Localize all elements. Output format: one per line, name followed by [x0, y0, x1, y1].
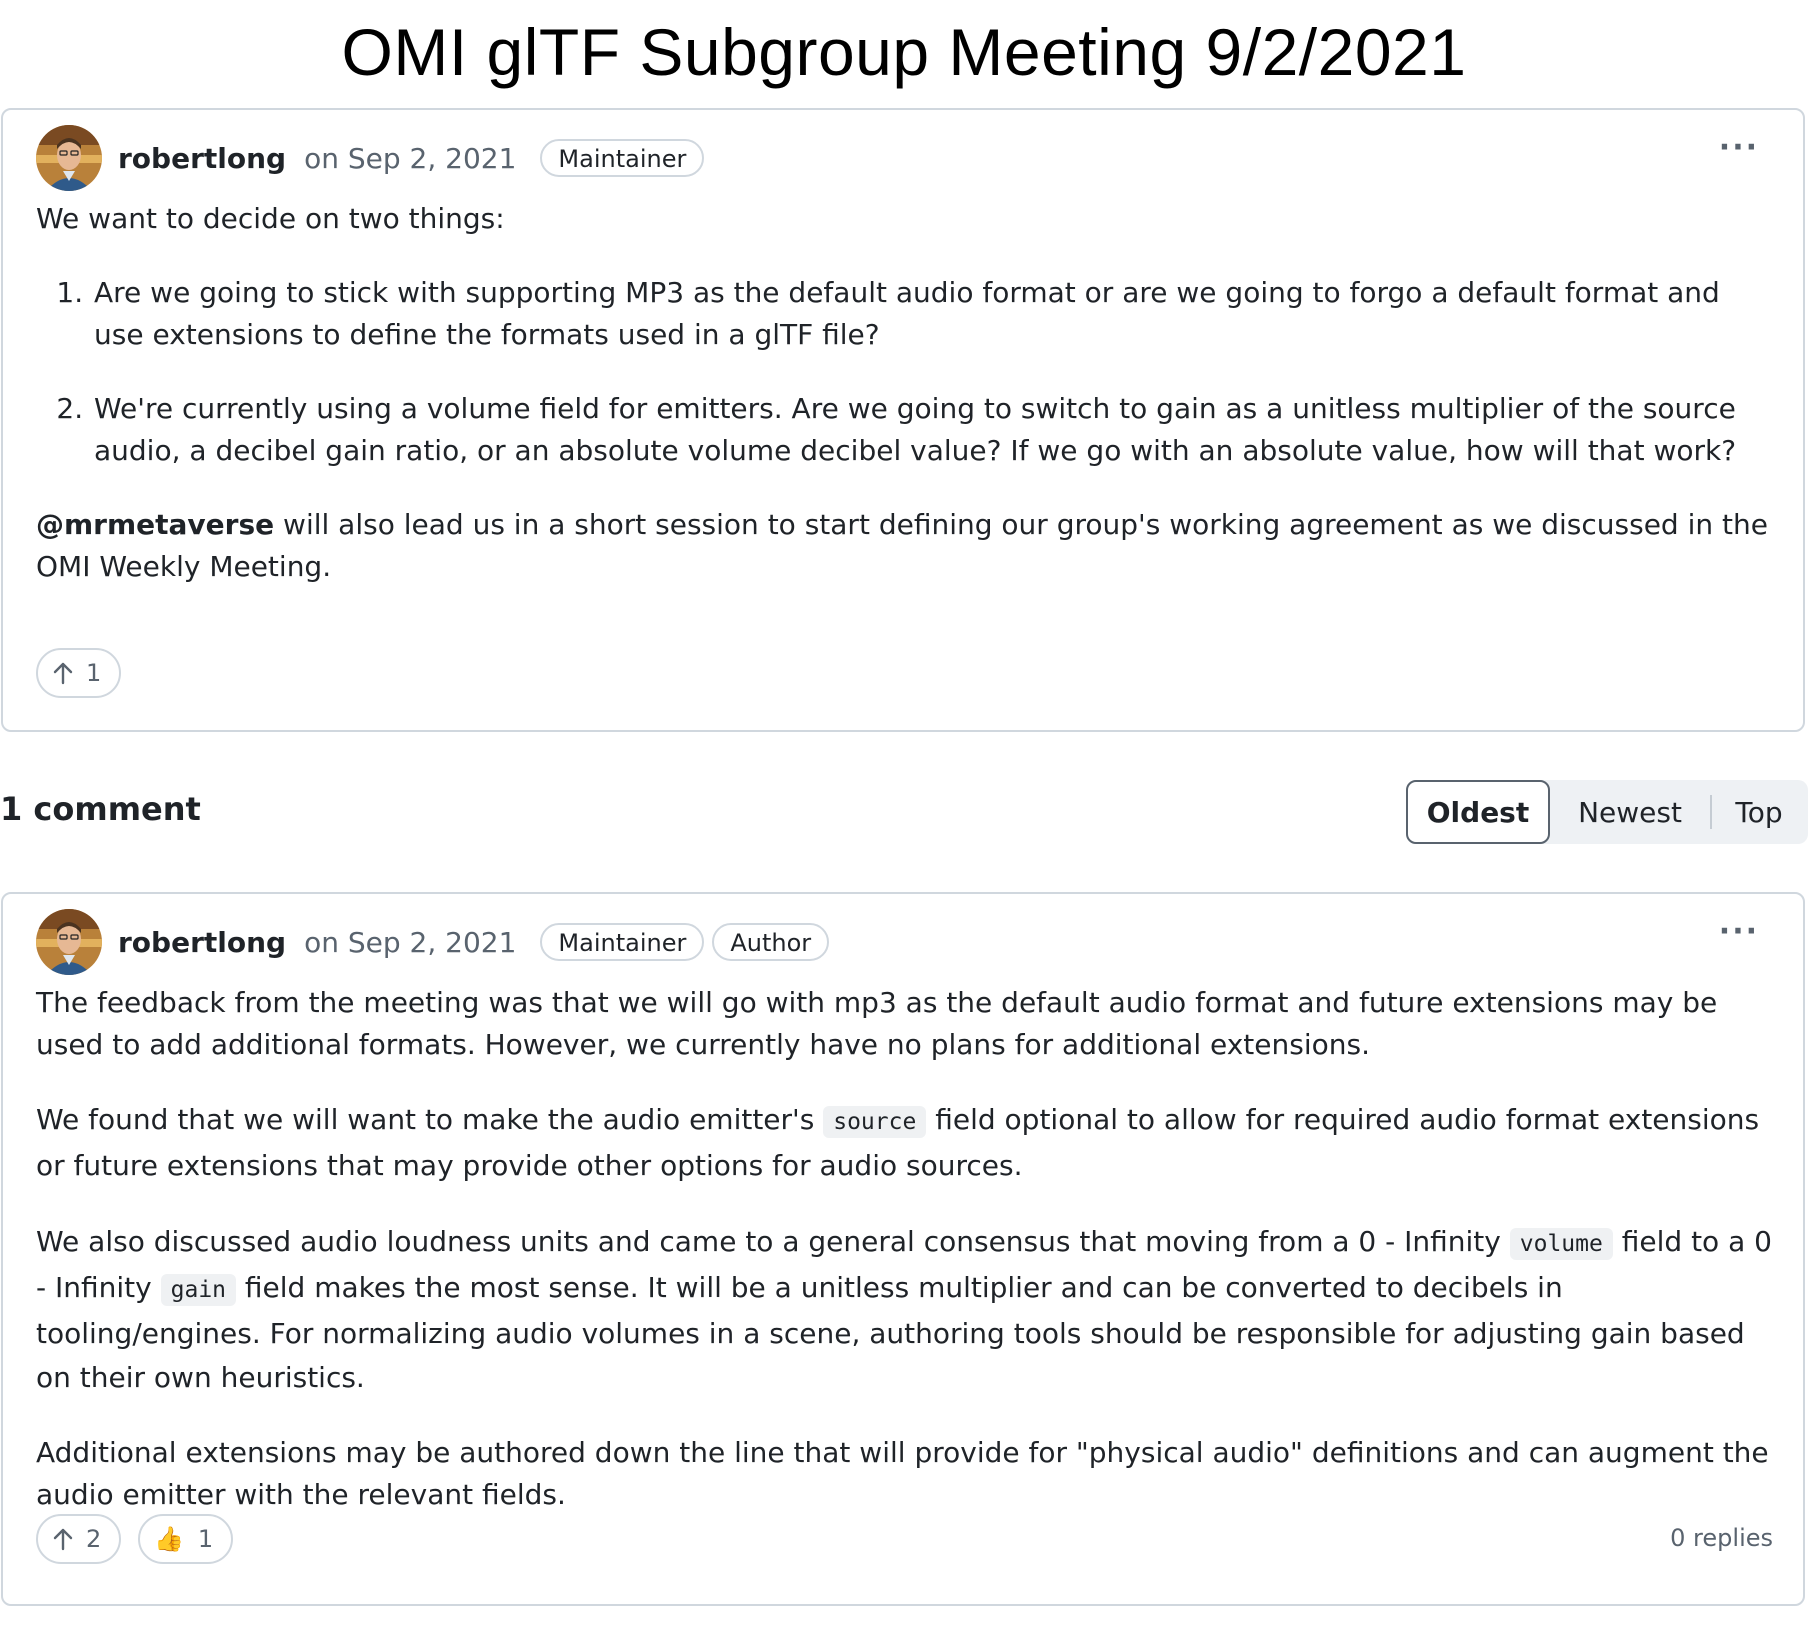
comment-paragraph: The feedback from the meeting was that w…: [36, 986, 1718, 1061]
comment-paragraph: Additional extensions may be authored do…: [36, 1436, 1769, 1511]
user-mention-link[interactable]: @mrmetaverse: [36, 508, 274, 541]
upvote-count: 1: [86, 659, 102, 687]
sort-oldest-button[interactable]: Oldest: [1406, 780, 1550, 844]
author-name[interactable]: robertlong: [118, 926, 286, 959]
post-body: We want to decide on two things: Are we …: [36, 198, 1773, 620]
avatar[interactable]: [36, 909, 102, 975]
maintainer-badge: Maintainer: [540, 139, 705, 177]
post-intro: We want to decide on two things:: [36, 202, 505, 235]
upvote-button[interactable]: 2: [36, 1514, 122, 1564]
upvote-button[interactable]: 1: [36, 648, 122, 698]
page-title: OMI glTF Subgroup Meeting 9/2/2021: [341, 15, 1467, 89]
thumbs-up-icon: 👍: [154, 1525, 184, 1553]
thumbs-up-reaction-button[interactable]: 👍 1: [138, 1514, 234, 1564]
arrow-up-icon: [53, 1528, 73, 1551]
post-question-list: Are we going to stick with supporting MP…: [36, 272, 1773, 472]
text-span: We also discussed audio loudness units a…: [36, 1225, 1510, 1258]
more-options-icon[interactable]: ···: [1719, 133, 1759, 163]
post-date[interactable]: on Sep 2, 2021: [304, 142, 516, 175]
comment-count: 1 comment: [0, 790, 201, 828]
comment-body: The feedback from the meeting was that w…: [36, 982, 1773, 1548]
author-name[interactable]: robertlong: [118, 142, 286, 175]
text-span: field makes the most sense. It will be a…: [36, 1271, 1745, 1394]
comment-card: robertlong on Sep 2, 2021 Maintainer Aut…: [1, 892, 1805, 1606]
sort-top-button[interactable]: Top: [1712, 780, 1806, 844]
list-item: We're currently using a volume field for…: [92, 388, 1773, 472]
post-header: robertlong on Sep 2, 2021 Maintainer: [36, 124, 705, 192]
post-closing-text: will also lead us in a short session to …: [36, 508, 1768, 583]
more-options-icon[interactable]: ···: [1719, 917, 1759, 947]
list-item: Are we going to stick with supporting MP…: [92, 272, 1773, 356]
text-span: We found that we will want to make the a…: [36, 1103, 824, 1136]
maintainer-badge: Maintainer: [540, 923, 705, 961]
post-closing: @mrmetaverse will also lead us in a shor…: [36, 504, 1773, 588]
comment-date[interactable]: on Sep 2, 2021: [304, 926, 516, 959]
code-source: source: [823, 1106, 927, 1138]
code-gain: gain: [160, 1274, 237, 1306]
discussion-post: robertlong on Sep 2, 2021 Maintainer ···…: [1, 108, 1805, 732]
thumbs-up-count: 1: [197, 1525, 214, 1553]
sort-segmented-control: Oldest Newest Top: [1406, 780, 1808, 844]
code-volume: volume: [1509, 1228, 1613, 1260]
sort-newest-button[interactable]: Newest: [1550, 780, 1710, 844]
replies-count[interactable]: 0 replies: [1670, 1524, 1773, 1552]
author-badge: Author: [712, 923, 830, 961]
comment-header: robertlong on Sep 2, 2021 Maintainer Aut…: [36, 908, 830, 976]
comment-paragraph: We also discussed audio loudness units a…: [36, 1220, 1773, 1400]
arrow-up-icon: [53, 662, 73, 685]
avatar[interactable]: [36, 125, 102, 191]
upvote-count: 2: [86, 1525, 102, 1553]
comment-paragraph: We found that we will want to make the a…: [36, 1098, 1773, 1188]
